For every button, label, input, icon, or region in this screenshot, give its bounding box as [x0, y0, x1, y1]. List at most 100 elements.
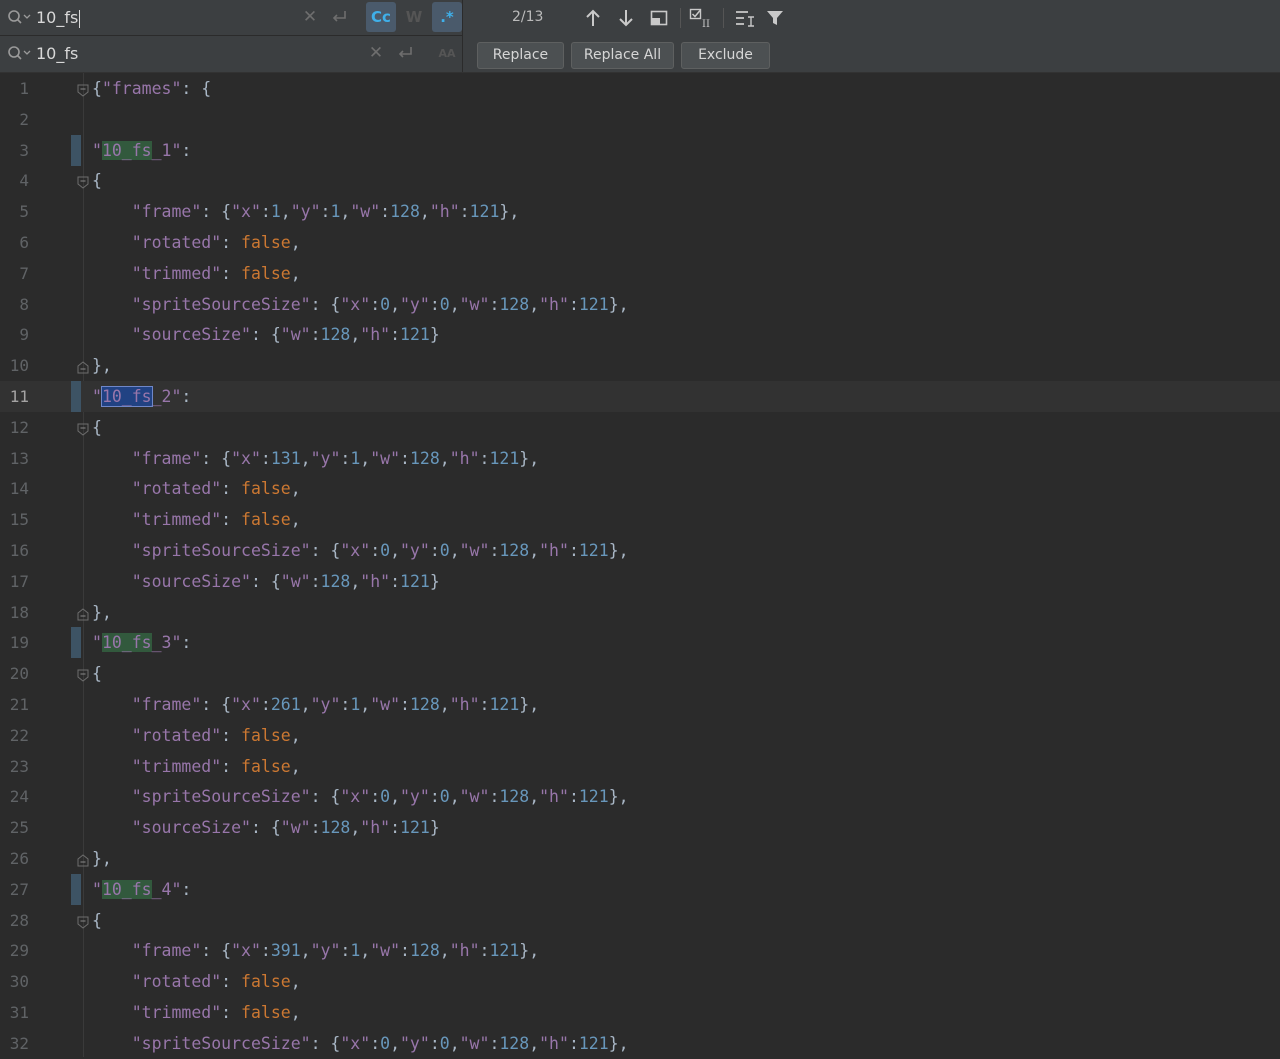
code-line[interactable]: 6 "rotated": false,: [0, 227, 1280, 258]
code-line[interactable]: 4{: [0, 165, 1280, 196]
exclude-button[interactable]: Exclude: [681, 42, 770, 69]
code-text[interactable]: "sourceSize": {"w":128,"h":121}: [92, 566, 440, 597]
in-selection-icon[interactable]: II: [688, 4, 716, 32]
fold-open-icon[interactable]: [77, 421, 89, 436]
code-text[interactable]: "10_fs_2":: [92, 381, 191, 412]
fold-open-icon[interactable]: [77, 174, 89, 190]
code-text[interactable]: "trimmed": false,: [92, 258, 301, 289]
replace-field[interactable]: 10_fs ✕ AA: [0, 36, 462, 71]
code-line[interactable]: 2: [0, 104, 1280, 135]
fold-close-icon[interactable]: [77, 359, 89, 374]
code-line[interactable]: 31 "trimmed": false,: [0, 997, 1280, 1028]
line-number: 30: [9, 972, 29, 992]
filter-icon[interactable]: [761, 4, 789, 32]
code-line[interactable]: 21 "frame": {"x":261,"y":1,"w":128,"h":1…: [0, 689, 1280, 720]
match-case-toggle[interactable]: Cc: [366, 2, 396, 32]
code-line[interactable]: 11 "10_fs_2":: [0, 381, 1280, 412]
code-line[interactable]: 22 "rotated": false,: [0, 720, 1280, 751]
code-editor[interactable]: 1 {"frames": {2 3 "10_fs_1": 4{5 "frame": {"…: [0, 73, 1280, 1057]
close-icon[interactable]: ✕: [297, 4, 323, 30]
code-line[interactable]: 3 "10_fs_1":: [0, 134, 1280, 166]
replace-all-button[interactable]: Replace All: [571, 42, 674, 69]
code-text[interactable]: {"frames": {: [92, 73, 211, 104]
code-line[interactable]: 32 "spriteSourceSize": {"x":0,"y":0,"w":…: [0, 1028, 1280, 1059]
fold-close-icon[interactable]: [77, 852, 89, 867]
code-text[interactable]: {: [92, 165, 102, 196]
code-line[interactable]: 26},: [0, 843, 1280, 874]
code-line[interactable]: 1 {"frames": {: [0, 73, 1280, 104]
code-text[interactable]: "rotated": false,: [92, 966, 301, 997]
code-text[interactable]: "rotated": false,: [92, 473, 301, 504]
preserve-case-toggle[interactable]: AA: [432, 38, 462, 68]
replace-button[interactable]: Replace: [477, 42, 564, 69]
code-text[interactable]: "10_fs_4":: [92, 874, 191, 905]
newline-icon[interactable]: [392, 40, 418, 66]
search-match: 10_fs: [101, 879, 152, 899]
words-toggle[interactable]: W: [399, 2, 429, 32]
code-line[interactable]: 23 "trimmed": false,: [0, 751, 1280, 782]
code-text[interactable]: "spriteSourceSize": {"x":0,"y":0,"w":128…: [92, 535, 629, 566]
newline-icon[interactable]: [326, 4, 352, 30]
code-line[interactable]: 16 "spriteSourceSize": {"x":0,"y":0,"w":…: [0, 535, 1280, 566]
code-text[interactable]: "frame": {"x":1,"y":1,"w":128,"h":121},: [92, 196, 520, 227]
close-icon[interactable]: ✕: [363, 40, 389, 66]
replace-input[interactable]: 10_fs: [36, 36, 78, 71]
match-gutter-marker: [71, 627, 81, 659]
code-text[interactable]: "frame": {"x":261,"y":1,"w":128,"h":121}…: [92, 689, 539, 720]
search-field[interactable]: 10_fs ✕ Cc W .*: [0, 0, 462, 36]
code-text[interactable]: "10_fs_3":: [92, 627, 191, 658]
code-line[interactable]: 5 "frame": {"x":1,"y":1,"w":128,"h":121}…: [0, 196, 1280, 227]
search-input[interactable]: 10_fs: [36, 0, 81, 35]
code-line[interactable]: 10},: [0, 350, 1280, 381]
code-line[interactable]: 29 "frame": {"x":391,"y":1,"w":128,"h":1…: [0, 935, 1280, 966]
code-text[interactable]: "spriteSourceSize": {"x":0,"y":0,"w":128…: [92, 1028, 629, 1059]
code-text[interactable]: },: [92, 350, 112, 381]
code-line[interactable]: 14 "rotated": false,: [0, 473, 1280, 504]
code-line[interactable]: 24 "spriteSourceSize": {"x":0,"y":0,"w":…: [0, 781, 1280, 812]
line-number: 7: [19, 263, 29, 283]
code-text[interactable]: "sourceSize": {"w":128,"h":121}: [92, 812, 440, 843]
regex-toggle[interactable]: .*: [432, 2, 462, 32]
code-text[interactable]: "sourceSize": {"w":128,"h":121}: [92, 319, 440, 350]
fold-open-icon[interactable]: [77, 82, 89, 97]
code-text[interactable]: },: [92, 843, 112, 874]
code-text[interactable]: "rotated": false,: [92, 720, 301, 751]
code-text[interactable]: "10_fs_1":: [92, 135, 191, 166]
code-text[interactable]: "spriteSourceSize": {"x":0,"y":0,"w":128…: [92, 781, 629, 812]
code-line[interactable]: 17 "sourceSize": {"w":128,"h":121}: [0, 566, 1280, 597]
code-line[interactable]: 13 "frame": {"x":131,"y":1,"w":128,"h":1…: [0, 443, 1280, 474]
multiline-icon[interactable]: [731, 4, 759, 32]
code-text[interactable]: "trimmed": false,: [92, 751, 301, 782]
code-text[interactable]: "frame": {"x":391,"y":1,"w":128,"h":121}…: [92, 935, 539, 966]
code-line[interactable]: 20 {: [0, 658, 1280, 689]
code-line[interactable]: 18},: [0, 597, 1280, 628]
code-text[interactable]: {: [92, 658, 102, 689]
code-line[interactable]: 15 "trimmed": false,: [0, 504, 1280, 535]
select-all-occurrences-icon[interactable]: [645, 4, 673, 32]
code-line[interactable]: 8 "spriteSourceSize": {"x":0,"y":0,"w":1…: [0, 289, 1280, 320]
code-text[interactable]: },: [92, 597, 112, 628]
code-text[interactable]: "trimmed": false,: [92, 504, 301, 535]
code-text[interactable]: {: [92, 905, 102, 936]
code-text[interactable]: "spriteSourceSize": {"x":0,"y":0,"w":128…: [92, 289, 629, 320]
code-line[interactable]: 19 "10_fs_3":: [0, 627, 1280, 659]
code-line[interactable]: 28 {: [0, 905, 1280, 936]
code-line[interactable]: 27 "10_fs_4":: [0, 873, 1280, 905]
fold-open-icon[interactable]: [77, 914, 89, 929]
code-line[interactable]: 30 "rotated": false,: [0, 966, 1280, 997]
code-text[interactable]: "frame": {"x":131,"y":1,"w":128,"h":121}…: [92, 443, 539, 474]
code-line[interactable]: 7 "trimmed": false,: [0, 258, 1280, 289]
code-text[interactable]: {: [92, 412, 102, 443]
code-line[interactable]: 25 "sourceSize": {"w":128,"h":121}: [0, 812, 1280, 843]
toolbar-separator: [723, 8, 724, 28]
line-number: 25: [9, 818, 29, 838]
code-line[interactable]: 12 {: [0, 412, 1280, 443]
arrow-down-icon[interactable]: [612, 4, 640, 32]
fold-open-icon[interactable]: [77, 667, 89, 682]
fold-close-icon[interactable]: [77, 606, 89, 621]
code-line[interactable]: 9 "sourceSize": {"w":128,"h":121}: [0, 319, 1280, 350]
arrow-up-icon[interactable]: [579, 4, 607, 32]
magnifier-icon[interactable]: [7, 9, 31, 25]
code-text[interactable]: "rotated": false,: [92, 227, 301, 258]
code-text[interactable]: "trimmed": false,: [92, 997, 301, 1028]
